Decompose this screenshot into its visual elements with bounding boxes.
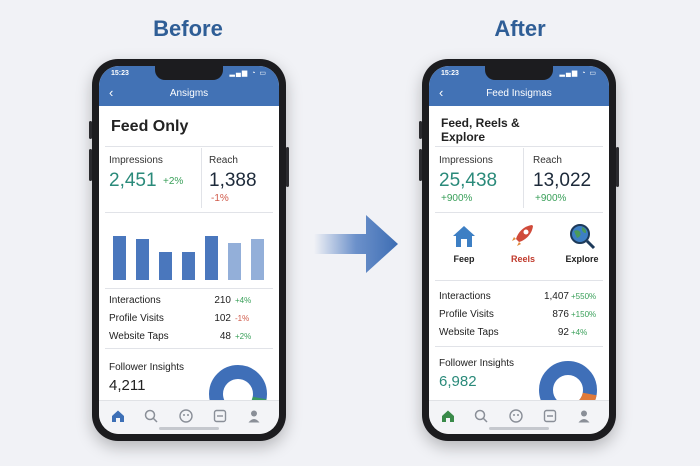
chart-bar bbox=[205, 236, 218, 280]
metric-row-value: 92 bbox=[557, 327, 569, 338]
chart-bar bbox=[251, 239, 264, 280]
metric-row-label: Interactions bbox=[439, 291, 491, 302]
chart-bar bbox=[228, 243, 241, 280]
home-icon[interactable] bbox=[451, 224, 477, 248]
profile-icon[interactable] bbox=[577, 409, 591, 423]
before-heading: Before bbox=[153, 16, 223, 41]
tab-bar bbox=[99, 400, 279, 434]
metric-row-label: Website Taps bbox=[439, 327, 499, 338]
metric-row-value: 876 bbox=[552, 309, 569, 320]
transition-arrow-icon bbox=[314, 215, 398, 273]
metric-row-change: +150% bbox=[571, 310, 597, 319]
search-icon[interactable] bbox=[474, 409, 488, 423]
app-bar-title: Feed Insigmas bbox=[486, 88, 552, 99]
metric-row-label: Profile Visits bbox=[109, 313, 164, 324]
tile-reels-label[interactable]: Reels bbox=[498, 254, 548, 264]
chart-bar bbox=[136, 239, 149, 280]
app-bar-title: Ansigms bbox=[169, 88, 209, 99]
metric-row-value: 48 bbox=[219, 331, 231, 342]
follower-insights-label: Follower Insights bbox=[109, 362, 185, 373]
reach-value: 1,388 bbox=[209, 170, 257, 191]
profile-icon[interactable] bbox=[247, 409, 261, 423]
metric-row-label: Interactions bbox=[109, 295, 161, 306]
follower-insights-value: 4,211 bbox=[109, 377, 146, 394]
impressions-change: +900% bbox=[441, 193, 473, 204]
impressions-value: 2,451 bbox=[109, 170, 157, 191]
follower-donut-chart bbox=[209, 365, 267, 402]
impressions-value: 25,438 bbox=[439, 170, 498, 191]
reach-label: Reach bbox=[533, 155, 562, 166]
reach-change: -1% bbox=[211, 193, 229, 204]
metric-row-label: Website Taps bbox=[109, 331, 169, 342]
shop-icon[interactable] bbox=[213, 409, 227, 423]
search-icon[interactable] bbox=[144, 409, 158, 423]
home-icon[interactable] bbox=[441, 409, 455, 423]
reach-value: 13,022 bbox=[533, 170, 592, 191]
page-title-line2: Explore bbox=[441, 130, 486, 144]
reach-change: +900% bbox=[535, 193, 567, 204]
chart-bar bbox=[113, 236, 126, 280]
impressions-change: +2% bbox=[163, 176, 184, 187]
impressions-label: Impressions bbox=[439, 155, 493, 166]
follower-insights-value: 6,982 bbox=[439, 373, 477, 390]
metric-row-change: +550% bbox=[571, 292, 597, 301]
impressions-label: Impressions bbox=[109, 155, 163, 166]
notch bbox=[155, 66, 223, 80]
metric-row-value: 1,407 bbox=[543, 291, 569, 302]
reels-icon[interactable] bbox=[509, 409, 523, 423]
status-time: 15:23 bbox=[441, 70, 459, 77]
status-icons: ▂▄▆ ◔ ▭ bbox=[229, 70, 267, 77]
metric-row-change: +4% bbox=[571, 328, 588, 337]
page-title: Feed Only bbox=[111, 118, 189, 135]
bar-chart bbox=[109, 224, 269, 280]
after-phone: 15:23 ▂▄▆ ◔ ▭ ‹ Feed Insigmas Feed, Reel… bbox=[419, 59, 619, 441]
metric-row-value: 102 bbox=[214, 313, 231, 324]
metric-row-change: +4% bbox=[235, 296, 252, 305]
metric-row-label: Profile Visits bbox=[439, 309, 494, 320]
tile-feed-label[interactable]: Feep bbox=[439, 254, 489, 264]
before-screen: 15:23 ▂▄▆ ◔ ▭ ‹ Ansigms Feed Only Impres… bbox=[99, 66, 279, 434]
shop-icon[interactable] bbox=[543, 409, 557, 423]
follower-insights-label: Follower Insights bbox=[439, 358, 515, 369]
after-heading: After bbox=[494, 16, 546, 41]
metric-row-change: +2% bbox=[235, 332, 252, 341]
metric-row-change: -1% bbox=[235, 314, 250, 323]
status-icons: ▂▄▆ ◔ ▭ bbox=[559, 70, 597, 77]
page-title-line1: Feed, Reels & bbox=[441, 116, 520, 130]
reach-label: Reach bbox=[209, 155, 238, 166]
rocket-icon[interactable] bbox=[510, 222, 536, 248]
chart-bar bbox=[182, 252, 195, 280]
tile-explore-label[interactable]: Explore bbox=[557, 254, 607, 264]
status-time: 15:23 bbox=[111, 70, 129, 77]
reels-icon[interactable] bbox=[179, 409, 193, 423]
tab-bar bbox=[429, 400, 609, 434]
metric-row-value: 210 bbox=[214, 295, 231, 306]
chart-bar bbox=[159, 252, 172, 280]
before-phone: 15:23 ▂▄▆ ◔ ▭ ‹ Ansigms Feed Only Impres… bbox=[89, 59, 289, 441]
home-icon[interactable] bbox=[111, 409, 125, 423]
after-screen: 15:23 ▂▄▆ ◔ ▭ ‹ Feed Insigmas Feed, Reel… bbox=[429, 66, 609, 434]
notch bbox=[485, 66, 553, 80]
follower-donut-chart bbox=[539, 361, 597, 400]
globe-search-icon[interactable] bbox=[568, 222, 596, 250]
